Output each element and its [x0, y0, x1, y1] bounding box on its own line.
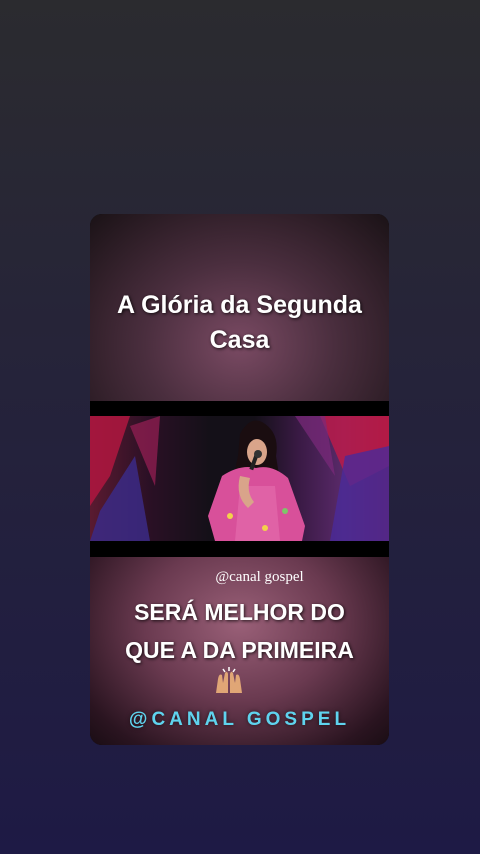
- caption-line-2: QUE A DA PRIMEIRA: [125, 637, 354, 663]
- video-frame[interactable]: [90, 416, 389, 541]
- praying-hands-icon: [216, 667, 242, 693]
- video-card[interactable]: A Glória da Segunda Casa @canal gospel S…: [90, 214, 389, 745]
- title-line-2: Casa: [209, 326, 270, 354]
- channel-handle: @canal gospel: [215, 569, 304, 585]
- letterbox-bottom: [90, 541, 389, 557]
- caption-line-1: SERÁ MELHOR DO: [134, 599, 345, 625]
- title-panel: A Glória da Segunda Casa: [90, 214, 389, 401]
- brand-watermark: @CANAL GOSPEL: [128, 709, 351, 730]
- singer-scene: [90, 416, 389, 541]
- letterbox-top: [90, 401, 389, 416]
- caption-panel: @canal gospel SERÁ MELHOR DO QUE A DA PR…: [90, 557, 389, 745]
- title-line-1: A Glória da Segunda: [117, 291, 362, 319]
- video-title: A Glória da Segunda Casa: [90, 288, 389, 358]
- video-caption: SERÁ MELHOR DO QUE A DA PRIMEIRA: [90, 593, 389, 669]
